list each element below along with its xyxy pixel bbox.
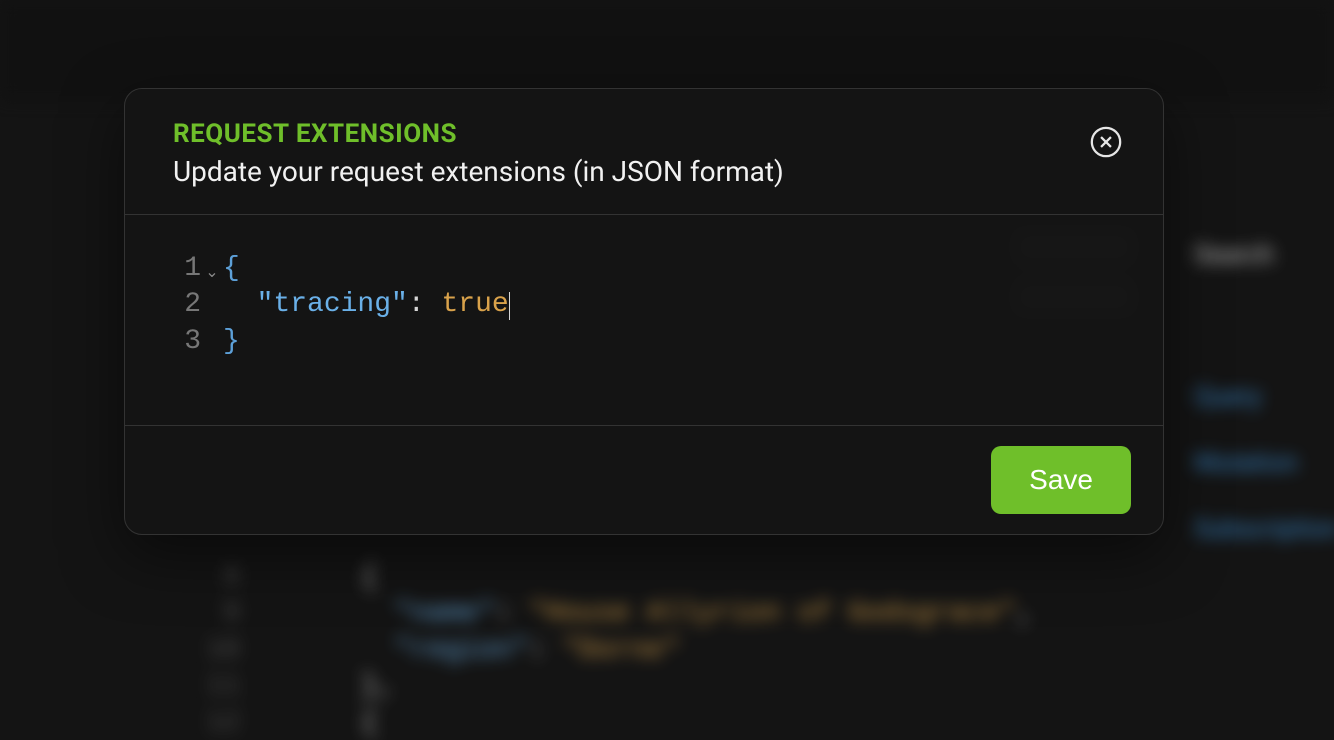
save-button[interactable]: Save: [991, 446, 1131, 514]
background-sidebar: Search Query Mutation Subscription: [1194, 240, 1334, 544]
close-icon: [1089, 125, 1123, 159]
background-sidebar-item: Query: [1194, 382, 1334, 412]
fold-toggle-icon[interactable]: ⌄: [201, 263, 223, 284]
modal-footer: Save: [125, 426, 1163, 534]
background-topbar: [0, 0, 1334, 100]
modal-header: REQUEST EXTENSIONS Update your request e…: [125, 89, 1163, 214]
background-code-block: 8 { 9 "name": "House Allyrion of Godsgra…: [190, 560, 1033, 740]
background-sidebar-item: Subscription: [1194, 514, 1334, 544]
background-sidebar-search: Search: [1194, 240, 1334, 270]
request-extensions-modal: REQUEST EXTENSIONS Update your request e…: [124, 88, 1164, 535]
editor-line: 3 }: [173, 324, 1115, 360]
close-button[interactable]: [1089, 125, 1123, 159]
modal-body: 1 ⌄ { 2 "tracing": true 3 }: [125, 215, 1163, 425]
line-number: 3: [173, 324, 201, 360]
text-cursor: [509, 292, 510, 320]
editor-line: 2 "tracing": true: [173, 287, 1115, 323]
editor-line: 1 ⌄ {: [173, 251, 1115, 287]
background-sidebar-item: Mutation: [1194, 448, 1334, 478]
modal-title: REQUEST EXTENSIONS: [173, 119, 1115, 149]
line-number: 1: [173, 251, 201, 287]
json-editor[interactable]: 1 ⌄ { 2 "tracing": true 3 }: [173, 251, 1115, 360]
modal-subtitle: Update your request extensions (in JSON …: [173, 155, 1115, 188]
line-number: 2: [173, 287, 201, 323]
